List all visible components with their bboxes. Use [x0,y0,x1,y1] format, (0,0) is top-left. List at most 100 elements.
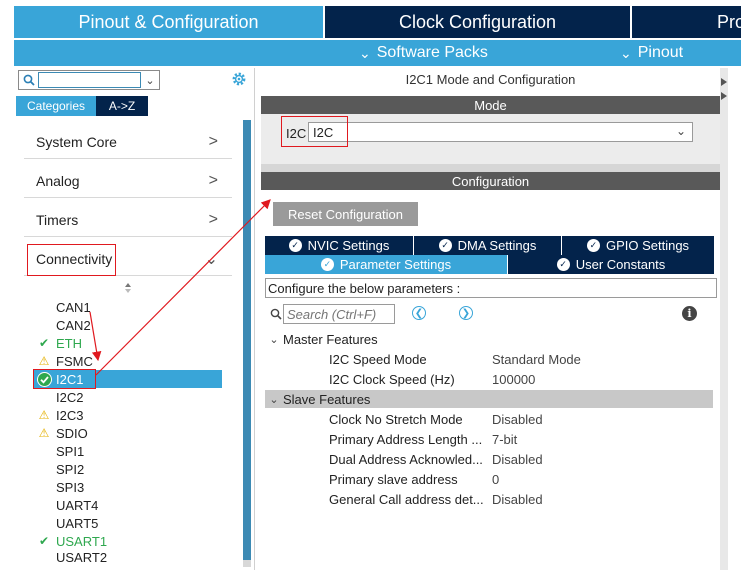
chevron-down-icon: ⌄ [204,250,218,268]
divider [261,164,720,172]
param-row[interactable]: Primary slave address 0 [329,470,713,488]
software-packs-menu[interactable]: ⌄ Software Packs [359,40,488,66]
tab-a-to-z[interactable]: A->Z [96,96,148,116]
check-circle-icon: ✓ [438,239,452,252]
tab-label: NVIC Settings [307,238,390,253]
param-value[interactable]: Standard Mode [492,352,581,367]
peripheral-spi2[interactable]: SPI2 [34,460,224,478]
category-analog[interactable]: Analog > [24,164,232,198]
param-row[interactable]: I2C Speed Mode Standard Mode [329,350,713,368]
annotation-box-i2c1 [33,369,96,389]
category-timers[interactable]: Timers > [24,203,232,237]
param-name: Primary slave address [329,471,458,487]
peripheral-spi3[interactable]: SPI3 [34,478,224,496]
param-value[interactable]: 7-bit [492,432,517,447]
param-value[interactable]: 100000 [492,372,535,387]
tab-clock-configuration[interactable]: Clock Configuration [325,6,630,38]
peripheral-uart5[interactable]: UART5 [34,514,224,532]
secondary-menu-background: ⌄ Software Packs ⌄ Pinout [14,40,741,66]
param-row[interactable]: I2C Clock Speed (Hz) 100000 [329,370,713,388]
previous-match-icon[interactable]: ❮ [412,306,426,320]
param-name: I2C Speed Mode [329,351,427,367]
collapse-arrow-icon[interactable] [720,78,728,108]
tab-gpio-settings[interactable]: ✓ GPIO Settings [562,236,714,255]
check-circle-icon: ✓ [288,239,302,252]
param-name: Primary Address Length ... [329,431,483,447]
check-circle-icon: ✓ [556,258,570,271]
group-label: Slave Features [283,391,371,407]
param-value[interactable]: Disabled [492,412,543,427]
peripheral-label: UART5 [56,515,99,531]
chevron-down-icon: ⌄ [269,333,279,346]
peripheral-i2c3[interactable]: ⚠ I2C3 [34,406,224,424]
category-label: Timers [36,211,79,228]
chevron-down-icon: ⌄ [620,44,632,61]
param-name: Dual Address Acknowled... [329,451,483,467]
gear-icon[interactable] [230,70,248,88]
tab-parameter-settings[interactable]: ✓ Parameter Settings [265,255,507,274]
param-value[interactable]: 0 [492,472,499,487]
scrollbar-thumb[interactable] [243,120,251,560]
reset-configuration-button[interactable]: Reset Configuration [273,202,418,226]
search-icon [270,308,282,320]
annotation-box-connectivity [27,244,116,276]
peripheral-usart1[interactable]: ✔ USART1 [34,532,224,550]
peripheral-fsmc[interactable]: ⚠ FSMC [34,352,224,370]
param-row[interactable]: Clock No Stretch Mode Disabled [329,410,713,428]
tab-categories[interactable]: Categories [16,96,96,116]
param-name: I2C Clock Speed (Hz) [329,371,455,387]
panel-title: I2C1 Mode and Configuration [405,72,576,87]
chevron-right-icon: > [208,210,218,228]
chevron-down-icon: ⌄ [675,124,686,138]
category-search: ⌄ [18,70,160,90]
chevron-down-icon: ⌄ [269,393,279,406]
tab-label: Parameter Settings [339,257,452,272]
category-system-core[interactable]: System Core > [24,125,232,159]
peripheral-uart4[interactable]: UART4 [34,496,224,514]
i2c-mode-select[interactable]: I2C ⌄ [308,122,693,142]
param-name: Clock No Stretch Mode [329,411,463,427]
peripheral-spi1[interactable]: SPI1 [34,442,224,460]
peripheral-label: SPI3 [56,479,85,495]
param-value[interactable]: Disabled [492,492,543,507]
pinout-menu[interactable]: ⌄ Pinout [620,40,683,66]
param-row[interactable]: Primary Address Length ... 7-bit [329,430,713,448]
tab-project-manager[interactable]: Pro [632,6,741,38]
peripheral-sdio[interactable]: ⚠ SDIO [34,424,224,442]
peripheral-label: CAN2 [56,317,91,333]
panel-scrollbar[interactable] [720,68,728,570]
param-row[interactable]: Dual Address Acknowled... Disabled [329,450,713,468]
warning-icon: ⚠ [38,408,50,422]
peripheral-i2c2[interactable]: I2C2 [34,388,224,406]
next-match-icon[interactable]: ❯ [459,306,473,320]
warning-icon: ⚠ [38,354,50,368]
tab-nvic-settings[interactable]: ✓ NVIC Settings [265,236,413,255]
peripheral-label: FSMC [56,353,93,369]
tab-dma-settings[interactable]: ✓ DMA Settings [414,236,561,255]
info-icon[interactable]: i [682,306,697,321]
peripheral-can2[interactable]: CAN2 [34,316,224,334]
chevron-right-icon: > [208,132,218,150]
mode-header: Mode [261,96,720,114]
chevron-right-icon: > [208,171,218,189]
view-tabs: Categories A->Z [16,96,148,116]
peripheral-usart2[interactable]: USART2 [34,550,224,564]
tab-user-constants[interactable]: ✓ User Constants [508,255,714,274]
tab-pinout-configuration[interactable]: Pinout & Configuration [14,6,323,38]
chevron-down-icon[interactable]: ⌄ [143,72,157,88]
secondary-menu-bar: ⌄ Software Packs ⌄ Pinout [0,38,741,66]
tab-label: DMA Settings [457,238,537,253]
search-input[interactable] [38,72,141,88]
category-scrollbar[interactable] [243,120,251,567]
annotation-box-mode-i2c [281,116,348,147]
peripheral-eth[interactable]: ✔ ETH [34,334,224,352]
group-master-features[interactable]: ⌄ Master Features [265,330,713,348]
category-label: Analog [36,172,80,189]
param-row[interactable]: General Call address det... Disabled [329,490,713,508]
sort-icon[interactable] [122,282,134,294]
param-value[interactable]: Disabled [492,452,543,467]
peripheral-can1[interactable]: CAN1 [34,298,224,316]
group-slave-features[interactable]: ⌄ Slave Features [265,390,713,408]
parameter-search-input[interactable] [283,304,395,324]
peripheral-label: CAN1 [56,299,91,315]
